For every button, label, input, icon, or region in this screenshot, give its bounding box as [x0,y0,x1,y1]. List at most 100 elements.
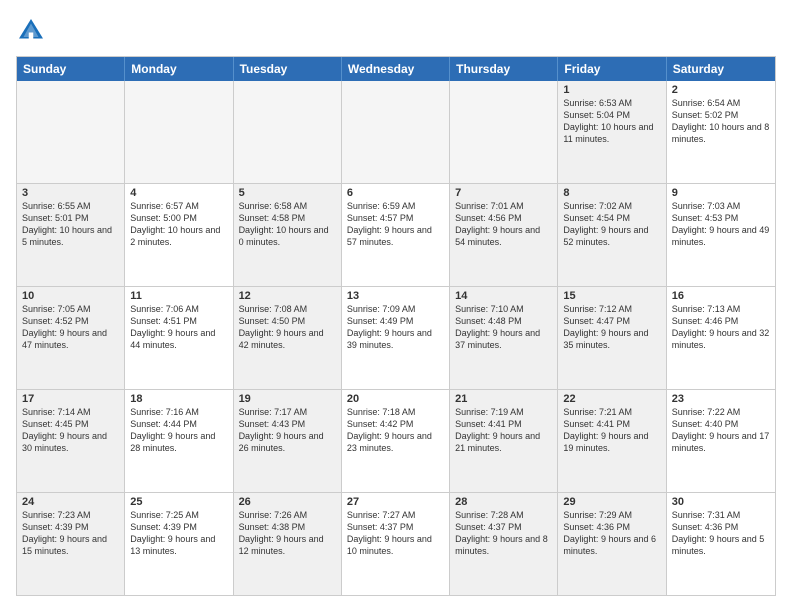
cell-info: Sunrise: 7:26 AM Sunset: 4:38 PM Dayligh… [239,509,336,558]
cell-info: Sunrise: 7:27 AM Sunset: 4:37 PM Dayligh… [347,509,444,558]
calendar-header-cell: Tuesday [234,57,342,81]
calendar-header-cell: Friday [558,57,666,81]
calendar-cell [342,81,450,183]
calendar: SundayMondayTuesdayWednesdayThursdayFrid… [16,56,776,596]
logo [16,16,50,46]
calendar-header-cell: Saturday [667,57,775,81]
day-number: 5 [239,187,336,199]
day-number: 7 [455,187,552,199]
logo-icon [16,16,46,46]
cell-info: Sunrise: 7:28 AM Sunset: 4:37 PM Dayligh… [455,509,552,558]
cell-info: Sunrise: 6:57 AM Sunset: 5:00 PM Dayligh… [130,200,227,249]
calendar-cell: 28Sunrise: 7:28 AM Sunset: 4:37 PM Dayli… [450,493,558,595]
day-number: 10 [22,290,119,302]
day-number: 16 [672,290,770,302]
calendar-cell: 20Sunrise: 7:18 AM Sunset: 4:42 PM Dayli… [342,390,450,492]
day-number: 21 [455,393,552,405]
cell-info: Sunrise: 7:13 AM Sunset: 4:46 PM Dayligh… [672,303,770,352]
calendar-cell: 10Sunrise: 7:05 AM Sunset: 4:52 PM Dayli… [17,287,125,389]
cell-info: Sunrise: 6:55 AM Sunset: 5:01 PM Dayligh… [22,200,119,249]
calendar-header: SundayMondayTuesdayWednesdayThursdayFrid… [17,57,775,81]
cell-info: Sunrise: 7:03 AM Sunset: 4:53 PM Dayligh… [672,200,770,249]
day-number: 30 [672,496,770,508]
calendar-cell: 11Sunrise: 7:06 AM Sunset: 4:51 PM Dayli… [125,287,233,389]
calendar-row: 17Sunrise: 7:14 AM Sunset: 4:45 PM Dayli… [17,390,775,493]
calendar-cell: 30Sunrise: 7:31 AM Sunset: 4:36 PM Dayli… [667,493,775,595]
cell-info: Sunrise: 7:14 AM Sunset: 4:45 PM Dayligh… [22,406,119,455]
cell-info: Sunrise: 7:23 AM Sunset: 4:39 PM Dayligh… [22,509,119,558]
calendar-cell: 8Sunrise: 7:02 AM Sunset: 4:54 PM Daylig… [558,184,666,286]
cell-info: Sunrise: 7:25 AM Sunset: 4:39 PM Dayligh… [130,509,227,558]
calendar-cell: 22Sunrise: 7:21 AM Sunset: 4:41 PM Dayli… [558,390,666,492]
cell-info: Sunrise: 6:54 AM Sunset: 5:02 PM Dayligh… [672,97,770,146]
cell-info: Sunrise: 7:05 AM Sunset: 4:52 PM Dayligh… [22,303,119,352]
calendar-cell: 15Sunrise: 7:12 AM Sunset: 4:47 PM Dayli… [558,287,666,389]
day-number: 11 [130,290,227,302]
calendar-cell: 18Sunrise: 7:16 AM Sunset: 4:44 PM Dayli… [125,390,233,492]
calendar-cell: 1Sunrise: 6:53 AM Sunset: 5:04 PM Daylig… [558,81,666,183]
day-number: 12 [239,290,336,302]
day-number: 18 [130,393,227,405]
cell-info: Sunrise: 7:06 AM Sunset: 4:51 PM Dayligh… [130,303,227,352]
calendar-cell [125,81,233,183]
day-number: 2 [672,84,770,96]
calendar-cell: 19Sunrise: 7:17 AM Sunset: 4:43 PM Dayli… [234,390,342,492]
calendar-cell: 9Sunrise: 7:03 AM Sunset: 4:53 PM Daylig… [667,184,775,286]
day-number: 28 [455,496,552,508]
calendar-cell: 14Sunrise: 7:10 AM Sunset: 4:48 PM Dayli… [450,287,558,389]
calendar-row: 3Sunrise: 6:55 AM Sunset: 5:01 PM Daylig… [17,184,775,287]
calendar-cell: 17Sunrise: 7:14 AM Sunset: 4:45 PM Dayli… [17,390,125,492]
cell-info: Sunrise: 7:21 AM Sunset: 4:41 PM Dayligh… [563,406,660,455]
calendar-row: 24Sunrise: 7:23 AM Sunset: 4:39 PM Dayli… [17,493,775,595]
day-number: 23 [672,393,770,405]
calendar-cell: 13Sunrise: 7:09 AM Sunset: 4:49 PM Dayli… [342,287,450,389]
calendar-page: SundayMondayTuesdayWednesdayThursdayFrid… [0,0,792,612]
calendar-cell: 12Sunrise: 7:08 AM Sunset: 4:50 PM Dayli… [234,287,342,389]
header [16,16,776,46]
calendar-header-cell: Monday [125,57,233,81]
cell-info: Sunrise: 7:29 AM Sunset: 4:36 PM Dayligh… [563,509,660,558]
calendar-cell: 24Sunrise: 7:23 AM Sunset: 4:39 PM Dayli… [17,493,125,595]
day-number: 6 [347,187,444,199]
calendar-cell: 5Sunrise: 6:58 AM Sunset: 4:58 PM Daylig… [234,184,342,286]
calendar-cell: 2Sunrise: 6:54 AM Sunset: 5:02 PM Daylig… [667,81,775,183]
day-number: 15 [563,290,660,302]
calendar-cell: 29Sunrise: 7:29 AM Sunset: 4:36 PM Dayli… [558,493,666,595]
calendar-cell: 3Sunrise: 6:55 AM Sunset: 5:01 PM Daylig… [17,184,125,286]
day-number: 20 [347,393,444,405]
cell-info: Sunrise: 6:59 AM Sunset: 4:57 PM Dayligh… [347,200,444,249]
calendar-cell: 4Sunrise: 6:57 AM Sunset: 5:00 PM Daylig… [125,184,233,286]
cell-info: Sunrise: 7:31 AM Sunset: 4:36 PM Dayligh… [672,509,770,558]
calendar-cell: 16Sunrise: 7:13 AM Sunset: 4:46 PM Dayli… [667,287,775,389]
cell-info: Sunrise: 7:18 AM Sunset: 4:42 PM Dayligh… [347,406,444,455]
calendar-header-cell: Wednesday [342,57,450,81]
day-number: 26 [239,496,336,508]
cell-info: Sunrise: 7:09 AM Sunset: 4:49 PM Dayligh… [347,303,444,352]
day-number: 25 [130,496,227,508]
day-number: 22 [563,393,660,405]
calendar-cell: 21Sunrise: 7:19 AM Sunset: 4:41 PM Dayli… [450,390,558,492]
day-number: 29 [563,496,660,508]
calendar-cell: 23Sunrise: 7:22 AM Sunset: 4:40 PM Dayli… [667,390,775,492]
calendar-row: 10Sunrise: 7:05 AM Sunset: 4:52 PM Dayli… [17,287,775,390]
cell-info: Sunrise: 7:10 AM Sunset: 4:48 PM Dayligh… [455,303,552,352]
calendar-cell: 27Sunrise: 7:27 AM Sunset: 4:37 PM Dayli… [342,493,450,595]
cell-info: Sunrise: 7:12 AM Sunset: 4:47 PM Dayligh… [563,303,660,352]
day-number: 27 [347,496,444,508]
calendar-cell: 6Sunrise: 6:59 AM Sunset: 4:57 PM Daylig… [342,184,450,286]
cell-info: Sunrise: 7:16 AM Sunset: 4:44 PM Dayligh… [130,406,227,455]
calendar-header-cell: Thursday [450,57,558,81]
day-number: 19 [239,393,336,405]
day-number: 17 [22,393,119,405]
day-number: 4 [130,187,227,199]
day-number: 9 [672,187,770,199]
calendar-cell: 26Sunrise: 7:26 AM Sunset: 4:38 PM Dayli… [234,493,342,595]
calendar-cell [17,81,125,183]
day-number: 3 [22,187,119,199]
day-number: 24 [22,496,119,508]
calendar-cell [450,81,558,183]
day-number: 1 [563,84,660,96]
calendar-row: 1Sunrise: 6:53 AM Sunset: 5:04 PM Daylig… [17,81,775,184]
calendar-cell: 25Sunrise: 7:25 AM Sunset: 4:39 PM Dayli… [125,493,233,595]
cell-info: Sunrise: 6:53 AM Sunset: 5:04 PM Dayligh… [563,97,660,146]
